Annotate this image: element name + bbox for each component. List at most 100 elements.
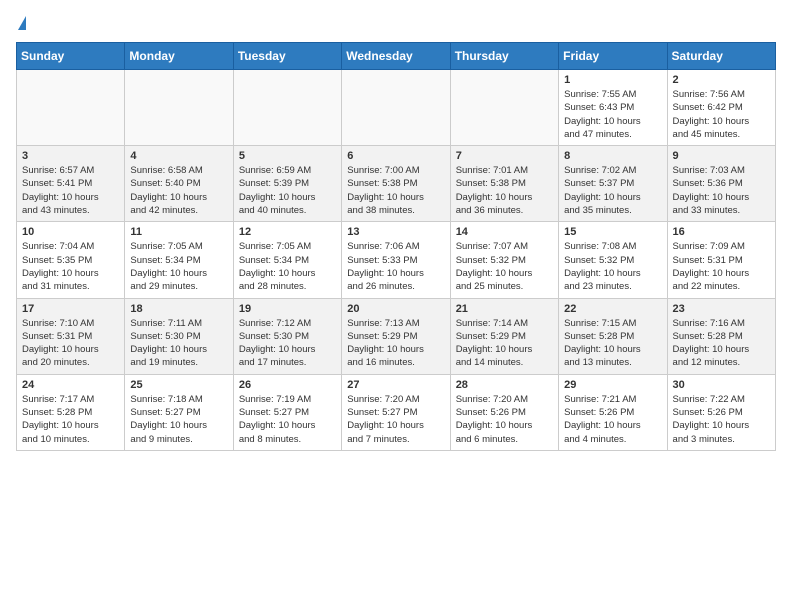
calendar-day-cell bbox=[450, 70, 558, 146]
calendar-day-cell: 29Sunrise: 7:21 AM Sunset: 5:26 PM Dayli… bbox=[559, 374, 667, 450]
calendar-day-cell: 8 Sunrise: 7:02 AM Sunset: 5:37 PM Daylig… bbox=[559, 146, 667, 222]
logo bbox=[16, 16, 26, 30]
day-number: 15 bbox=[564, 226, 661, 238]
day-info: Sunrise: 7:19 AM Sunset: 5:27 PM Dayligh… bbox=[239, 393, 336, 446]
calendar-day-cell: 15 Sunrise: 7:08 AM Sunset: 5:32 PM Dayli… bbox=[559, 222, 667, 298]
calendar-header-row: SundayMondayTuesdayWednesdayThursdayFrid… bbox=[17, 43, 776, 70]
day-info: Sunrise: 7:20 AM Sunset: 5:27 PM Dayligh… bbox=[347, 393, 444, 446]
day-info: Sunrise: 7:20 AM Sunset: 5:26 PM Dayligh… bbox=[456, 393, 553, 446]
calendar-day-cell: 16 Sunrise: 7:09 AM Sunset: 5:31 PM Dayli… bbox=[667, 222, 775, 298]
calendar-day-cell: 14 Sunrise: 7:07 AM Sunset: 5:32 PM Dayli… bbox=[450, 222, 558, 298]
page-header bbox=[16, 16, 776, 30]
day-info: Sunrise: 7:01 AM Sunset: 5:38 PM Dayligh… bbox=[456, 164, 553, 217]
calendar-day-cell: 22Sunrise: 7:15 AM Sunset: 5:28 PM Dayli… bbox=[559, 298, 667, 374]
day-number: 17 bbox=[22, 303, 119, 315]
day-info: Sunrise: 7:14 AM Sunset: 5:29 PM Dayligh… bbox=[456, 317, 553, 370]
day-info: Sunrise: 7:13 AM Sunset: 5:29 PM Dayligh… bbox=[347, 317, 444, 370]
weekday-header: Wednesday bbox=[342, 43, 450, 70]
calendar-week-row: 3 Sunrise: 6:57 AM Sunset: 5:41 PM Daylig… bbox=[17, 146, 776, 222]
day-info: Sunrise: 7:05 AM Sunset: 5:34 PM Dayligh… bbox=[239, 240, 336, 293]
calendar-day-cell bbox=[125, 70, 233, 146]
calendar-day-cell bbox=[342, 70, 450, 146]
day-number: 21 bbox=[456, 303, 553, 315]
day-info: Sunrise: 7:06 AM Sunset: 5:33 PM Dayligh… bbox=[347, 240, 444, 293]
day-number: 23 bbox=[673, 303, 770, 315]
day-number: 24 bbox=[22, 379, 119, 391]
calendar-week-row: 10Sunrise: 7:04 AM Sunset: 5:35 PM Dayli… bbox=[17, 222, 776, 298]
day-info: Sunrise: 7:09 AM Sunset: 5:31 PM Dayligh… bbox=[673, 240, 770, 293]
weekday-header: Friday bbox=[559, 43, 667, 70]
day-info: Sunrise: 6:57 AM Sunset: 5:41 PM Dayligh… bbox=[22, 164, 119, 217]
calendar-day-cell: 6 Sunrise: 7:00 AM Sunset: 5:38 PM Daylig… bbox=[342, 146, 450, 222]
day-info: Sunrise: 7:16 AM Sunset: 5:28 PM Dayligh… bbox=[673, 317, 770, 370]
day-number: 26 bbox=[239, 379, 336, 391]
calendar-day-cell bbox=[233, 70, 341, 146]
day-info: Sunrise: 6:58 AM Sunset: 5:40 PM Dayligh… bbox=[130, 164, 227, 217]
day-number: 9 bbox=[673, 150, 770, 162]
calendar-day-cell: 23 Sunrise: 7:16 AM Sunset: 5:28 PM Dayli… bbox=[667, 298, 775, 374]
day-info: Sunrise: 7:02 AM Sunset: 5:37 PM Dayligh… bbox=[564, 164, 661, 217]
calendar-day-cell: 4 Sunrise: 6:58 AM Sunset: 5:40 PM Daylig… bbox=[125, 146, 233, 222]
weekday-header: Thursday bbox=[450, 43, 558, 70]
calendar-day-cell: 30 Sunrise: 7:22 AM Sunset: 5:26 PM Dayli… bbox=[667, 374, 775, 450]
day-number: 28 bbox=[456, 379, 553, 391]
day-number: 10 bbox=[22, 226, 119, 238]
calendar-week-row: 24 Sunrise: 7:17 AM Sunset: 5:28 PM Dayli… bbox=[17, 374, 776, 450]
calendar-day-cell: 28 Sunrise: 7:20 AM Sunset: 5:26 PM Dayli… bbox=[450, 374, 558, 450]
day-number: 19 bbox=[239, 303, 336, 315]
day-number: 30 bbox=[673, 379, 770, 391]
day-number: 18 bbox=[130, 303, 227, 315]
day-info: Sunrise: 7:22 AM Sunset: 5:26 PM Dayligh… bbox=[673, 393, 770, 446]
weekday-header: Tuesday bbox=[233, 43, 341, 70]
calendar-day-cell: 12 Sunrise: 7:05 AM Sunset: 5:34 PM Dayli… bbox=[233, 222, 341, 298]
day-info: Sunrise: 7:07 AM Sunset: 5:32 PM Dayligh… bbox=[456, 240, 553, 293]
day-info: Sunrise: 7:12 AM Sunset: 5:30 PM Dayligh… bbox=[239, 317, 336, 370]
calendar-day-cell: 19 Sunrise: 7:12 AM Sunset: 5:30 PM Dayli… bbox=[233, 298, 341, 374]
weekday-header: Sunday bbox=[17, 43, 125, 70]
day-info: Sunrise: 7:21 AM Sunset: 5:26 PM Dayligh… bbox=[564, 393, 661, 446]
day-info: Sunrise: 7:08 AM Sunset: 5:32 PM Dayligh… bbox=[564, 240, 661, 293]
calendar-day-cell: 21 Sunrise: 7:14 AM Sunset: 5:29 PM Dayli… bbox=[450, 298, 558, 374]
day-number: 22 bbox=[564, 303, 661, 315]
day-info: Sunrise: 7:03 AM Sunset: 5:36 PM Dayligh… bbox=[673, 164, 770, 217]
day-info: Sunrise: 7:55 AM Sunset: 6:43 PM Dayligh… bbox=[564, 88, 661, 141]
calendar-day-cell: 20 Sunrise: 7:13 AM Sunset: 5:29 PM Dayli… bbox=[342, 298, 450, 374]
day-number: 25 bbox=[130, 379, 227, 391]
calendar-day-cell: 5Sunrise: 6:59 AM Sunset: 5:39 PM Daylig… bbox=[233, 146, 341, 222]
day-number: 11 bbox=[130, 226, 227, 238]
calendar-day-cell: 7 Sunrise: 7:01 AM Sunset: 5:38 PM Daylig… bbox=[450, 146, 558, 222]
day-number: 13 bbox=[347, 226, 444, 238]
calendar-day-cell: 24 Sunrise: 7:17 AM Sunset: 5:28 PM Dayli… bbox=[17, 374, 125, 450]
calendar-table: SundayMondayTuesdayWednesdayThursdayFrid… bbox=[16, 42, 776, 451]
weekday-header: Saturday bbox=[667, 43, 775, 70]
calendar-day-cell: 1Sunrise: 7:55 AM Sunset: 6:43 PM Daylig… bbox=[559, 70, 667, 146]
day-number: 12 bbox=[239, 226, 336, 238]
calendar-day-cell: 2 Sunrise: 7:56 AM Sunset: 6:42 PM Daylig… bbox=[667, 70, 775, 146]
day-number: 3 bbox=[22, 150, 119, 162]
day-info: Sunrise: 7:10 AM Sunset: 5:31 PM Dayligh… bbox=[22, 317, 119, 370]
day-info: Sunrise: 7:17 AM Sunset: 5:28 PM Dayligh… bbox=[22, 393, 119, 446]
calendar-day-cell: 27 Sunrise: 7:20 AM Sunset: 5:27 PM Dayli… bbox=[342, 374, 450, 450]
day-number: 8 bbox=[564, 150, 661, 162]
calendar-day-cell: 13 Sunrise: 7:06 AM Sunset: 5:33 PM Dayli… bbox=[342, 222, 450, 298]
day-number: 4 bbox=[130, 150, 227, 162]
calendar-day-cell: 11 Sunrise: 7:05 AM Sunset: 5:34 PM Dayli… bbox=[125, 222, 233, 298]
day-number: 7 bbox=[456, 150, 553, 162]
day-info: Sunrise: 7:00 AM Sunset: 5:38 PM Dayligh… bbox=[347, 164, 444, 217]
calendar-day-cell: 3 Sunrise: 6:57 AM Sunset: 5:41 PM Daylig… bbox=[17, 146, 125, 222]
day-number: 20 bbox=[347, 303, 444, 315]
day-info: Sunrise: 7:56 AM Sunset: 6:42 PM Dayligh… bbox=[673, 88, 770, 141]
day-number: 6 bbox=[347, 150, 444, 162]
day-number: 27 bbox=[347, 379, 444, 391]
calendar-day-cell: 25Sunrise: 7:18 AM Sunset: 5:27 PM Dayli… bbox=[125, 374, 233, 450]
day-number: 2 bbox=[673, 74, 770, 86]
calendar-day-cell: 10Sunrise: 7:04 AM Sunset: 5:35 PM Dayli… bbox=[17, 222, 125, 298]
calendar-day-cell: 26 Sunrise: 7:19 AM Sunset: 5:27 PM Dayli… bbox=[233, 374, 341, 450]
calendar-day-cell: 17 Sunrise: 7:10 AM Sunset: 5:31 PM Dayli… bbox=[17, 298, 125, 374]
day-info: Sunrise: 7:11 AM Sunset: 5:30 PM Dayligh… bbox=[130, 317, 227, 370]
calendar-day-cell: 18 Sunrise: 7:11 AM Sunset: 5:30 PM Dayli… bbox=[125, 298, 233, 374]
day-number: 16 bbox=[673, 226, 770, 238]
calendar-day-cell bbox=[17, 70, 125, 146]
day-info: Sunrise: 7:05 AM Sunset: 5:34 PM Dayligh… bbox=[130, 240, 227, 293]
day-number: 14 bbox=[456, 226, 553, 238]
